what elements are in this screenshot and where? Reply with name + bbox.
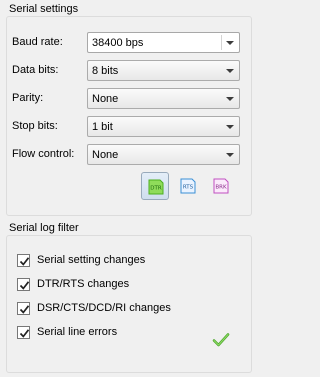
checkmark-icon xyxy=(19,305,30,314)
parity-value: None xyxy=(92,93,119,105)
checkbox[interactable] xyxy=(17,326,30,339)
checkmark-icon xyxy=(19,257,30,266)
chevron-down-icon[interactable] xyxy=(226,153,234,157)
chevron-down-icon[interactable] xyxy=(226,69,234,73)
baud-rate-label: Baud rate: xyxy=(12,36,63,48)
chevron-down-icon[interactable] xyxy=(226,41,234,45)
baud-rate-row: Baud rate: 38400 bps xyxy=(11,32,240,53)
checkbox[interactable] xyxy=(17,302,30,315)
flow-control-row: Flow control: None xyxy=(11,144,240,165)
brk-icon: BRK xyxy=(213,178,229,194)
parity-select[interactable]: None xyxy=(87,88,240,109)
data-bits-value: 8 bits xyxy=(92,65,119,77)
stop-bits-value: 1 bit xyxy=(92,121,113,133)
combo-separator xyxy=(221,35,222,50)
parity-row: Parity: None xyxy=(11,88,240,109)
brk-toggle-button[interactable]: BRK xyxy=(207,172,235,200)
baud-rate-value[interactable]: 38400 bps xyxy=(92,37,143,49)
parity-label: Parity: xyxy=(12,92,44,104)
checkbox-label[interactable]: DSR/CTS/DCD/RI changes xyxy=(37,302,171,314)
checkbox-label[interactable]: DTR/RTS changes xyxy=(37,278,129,290)
data-bits-row: Data bits: 8 bits xyxy=(11,60,240,81)
checkbox-label[interactable]: Serial setting changes xyxy=(37,254,145,266)
flow-control-label: Flow control: xyxy=(12,148,75,160)
checkbox-label[interactable]: Serial line errors xyxy=(37,326,117,338)
flow-control-select[interactable]: None xyxy=(87,144,240,165)
checkbox[interactable] xyxy=(17,278,30,291)
checkmark-icon xyxy=(19,329,30,338)
chevron-down-icon[interactable] xyxy=(226,125,234,129)
flow-control-value: None xyxy=(92,149,119,161)
baud-rate-combobox[interactable]: 38400 bps xyxy=(87,32,240,53)
rts-icon-text: RTS xyxy=(183,185,194,191)
stop-bits-label: Stop bits: xyxy=(12,120,58,132)
serial-log-filter-title: Serial log filter xyxy=(8,222,80,234)
stop-bits-select[interactable]: 1 bit xyxy=(87,116,240,137)
serial-settings-title: Serial settings xyxy=(8,3,80,15)
stop-bits-row: Stop bits: 1 bit xyxy=(11,116,240,137)
rts-icon: RTS xyxy=(180,178,196,194)
dtr-icon: DTR xyxy=(148,179,164,195)
checkbox[interactable] xyxy=(17,254,30,267)
chevron-down-icon[interactable] xyxy=(226,97,234,101)
data-bits-label: Data bits: xyxy=(12,64,59,76)
dtr-icon-text: DTR xyxy=(150,186,162,192)
data-bits-select[interactable]: 8 bits xyxy=(87,60,240,81)
brk-icon-text: BRK xyxy=(215,185,227,191)
green-checkmark-icon[interactable] xyxy=(212,332,230,348)
dtr-toggle-button[interactable]: DTR xyxy=(141,172,169,200)
checkmark-icon xyxy=(19,281,30,290)
rts-toggle-button[interactable]: RTS xyxy=(174,172,202,200)
